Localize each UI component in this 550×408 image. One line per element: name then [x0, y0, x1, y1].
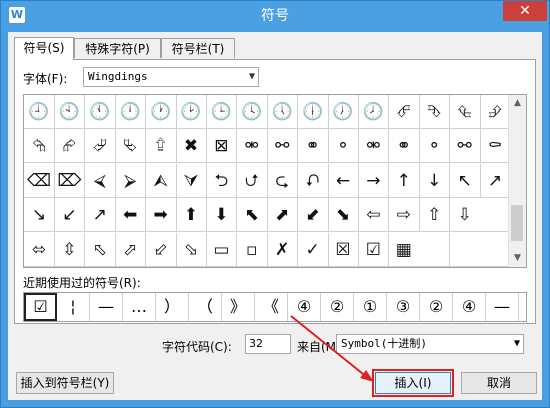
close-button[interactable]: ✕ — [503, 1, 547, 21]
symbol-dialog: W 符号 ✕ 符号(S) 特殊字符(P) 符号栏(T) 字体(F): Wingd… — [0, 0, 550, 408]
dialog-body: 符号(S) 特殊字符(P) 符号栏(T) 字体(F): Wingdings ▼ … — [8, 32, 542, 400]
title-bar: W 符号 ✕ — [1, 1, 549, 31]
annotation-arrow — [290, 315, 374, 382]
tab-symbols[interactable]: 符号(S) — [14, 37, 74, 60]
dialog-title: 符号 — [261, 8, 289, 24]
